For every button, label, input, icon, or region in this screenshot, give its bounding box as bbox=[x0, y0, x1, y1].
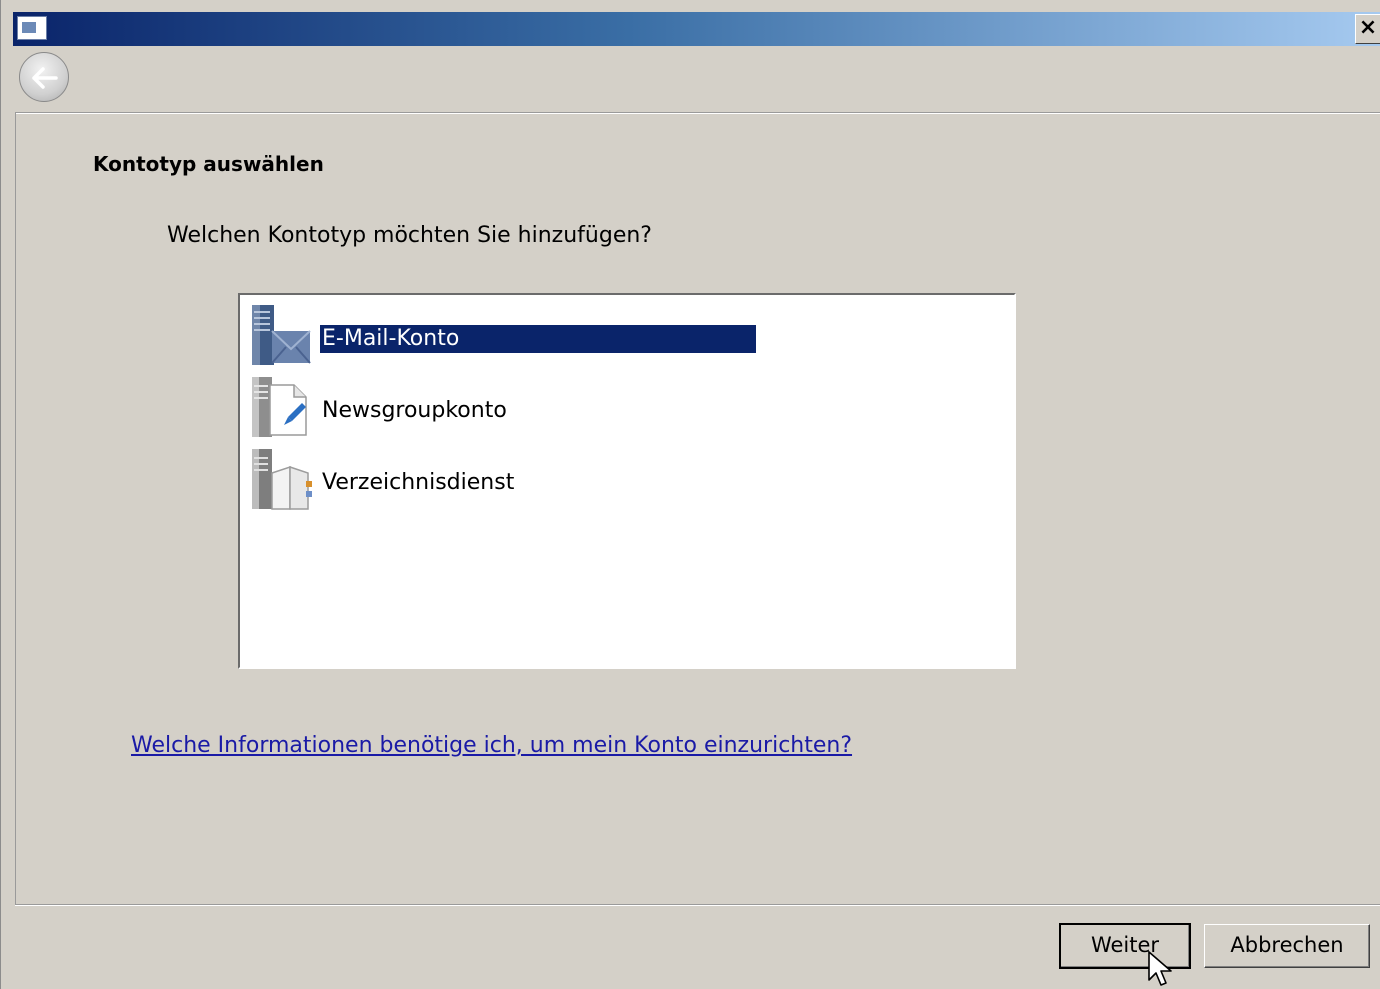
close-button[interactable]: × bbox=[1355, 14, 1380, 44]
footer-separator bbox=[15, 904, 1380, 906]
cancel-button[interactable]: Abbrechen bbox=[1204, 924, 1370, 968]
question-text: Welchen Kontotyp möchten Sie hinzufügen? bbox=[167, 223, 652, 248]
list-item-label: Newsgroupkonto bbox=[322, 398, 507, 423]
header-separator bbox=[15, 112, 1380, 114]
back-arrow-icon bbox=[32, 67, 58, 89]
page-title: Kontotyp auswählen bbox=[93, 152, 324, 176]
list-item-label: E-Mail-Konto bbox=[319, 324, 757, 354]
mail-server-icon bbox=[252, 305, 311, 365]
list-item-newsgroup-account[interactable]: Newsgroupkonto bbox=[250, 375, 1000, 441]
list-item-directory-service[interactable]: Verzeichnisdienst bbox=[250, 447, 1000, 513]
account-type-list[interactable]: E-Mail-Konto Newsgroupkonto Verzeichnisd… bbox=[238, 293, 1016, 669]
back-button[interactable] bbox=[19, 52, 69, 102]
content-border bbox=[15, 113, 16, 905]
list-item-label: Verzeichnisdienst bbox=[322, 470, 515, 495]
newsgroup-icon bbox=[252, 377, 307, 437]
list-item-email-account[interactable]: E-Mail-Konto bbox=[250, 303, 1000, 369]
help-link[interactable]: Welche Informationen benötige ich, um me… bbox=[131, 733, 852, 758]
title-bar[interactable]: × bbox=[13, 12, 1380, 46]
mouse-cursor-icon bbox=[1148, 951, 1172, 986]
directory-service-icon bbox=[252, 449, 312, 510]
app-window-icon bbox=[17, 16, 47, 40]
add-account-dialog: × Kontotyp auswählen Welchen Kontotyp mö… bbox=[0, 0, 1380, 989]
